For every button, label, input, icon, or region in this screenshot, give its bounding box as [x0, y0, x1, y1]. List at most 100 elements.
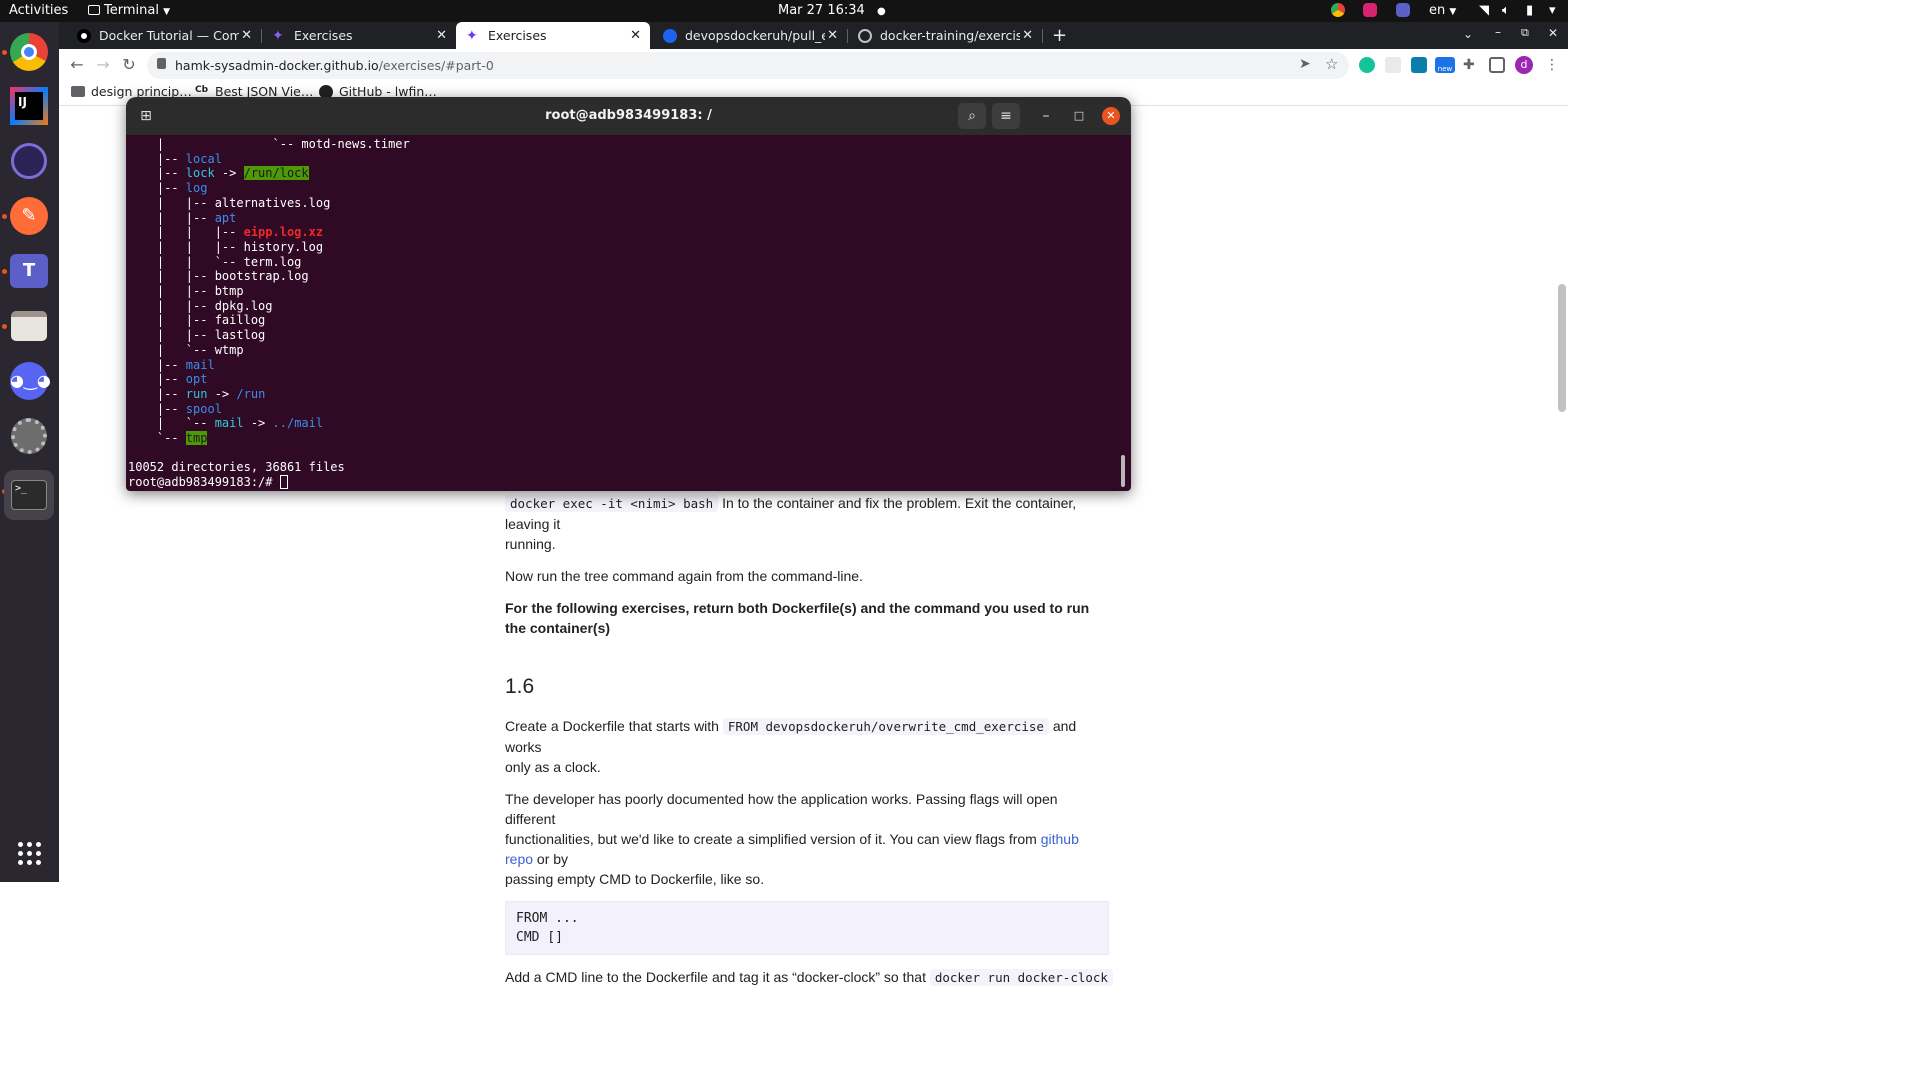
grammarly-extension-icon[interactable] [1359, 57, 1375, 73]
app-grid-button[interactable] [8, 832, 50, 874]
new-extension-icon[interactable]: new [1435, 57, 1455, 73]
close-icon[interactable]: ✕ [436, 28, 447, 43]
close-window-icon[interactable]: ✕ [1548, 26, 1558, 40]
terminal-text: spool [185, 401, 222, 416]
terminal-scrollbar[interactable] [1121, 455, 1125, 487]
tab-docker-hub[interactable]: devopsdockeruh/pull_exe ✕ [653, 22, 847, 49]
text: The developer has poorly documented how … [505, 791, 1058, 827]
terminal-text: | |-- alternatives.log [128, 195, 331, 210]
terminal-text: | | |-- history.log [128, 239, 324, 254]
language-indicator[interactable]: en ▼ [1429, 3, 1456, 18]
close-icon[interactable]: ✕ [1102, 107, 1120, 125]
tab-docker-tutorial[interactable]: Docker Tutorial — Compl ✕ [67, 22, 261, 49]
terminal-titlebar[interactable]: ⊞ root@adb983499183: / ⌕ ≡ – □ ✕ [126, 97, 1131, 135]
terminal-text: /run/lock [243, 166, 309, 181]
forward-icon[interactable]: → [93, 55, 113, 75]
system-menu-chevron-icon[interactable]: ▾ [1549, 3, 1556, 18]
teams-launcher[interactable]: T [8, 250, 50, 292]
reload-icon[interactable]: ↻ [119, 55, 139, 75]
address-bar[interactable]: hamk-sysadmin-docker.github.io/exercises… [147, 52, 1349, 79]
restore-icon[interactable]: ⧉ [1521, 26, 1529, 40]
postman-launcher[interactable]: ✎ [8, 195, 50, 237]
terminal-line: | `-- mail -> ../mail [128, 416, 323, 431]
tab-github[interactable]: docker-training/exercises ✕ [848, 22, 1042, 49]
terminal-text: /run [236, 386, 266, 401]
extension-icon[interactable] [1411, 57, 1427, 73]
send-icon[interactable]: ➤ [1299, 56, 1311, 72]
terminal-launcher[interactable]: >_ [4, 470, 54, 520]
chrome-launcher[interactable] [8, 31, 50, 73]
new-tab-button[interactable]: + [1052, 25, 1067, 46]
top-bar: Activities Terminal ▼ Mar 27 16:34 ● en … [0, 0, 1568, 22]
clock[interactable]: Mar 27 16:34 ● [778, 3, 886, 18]
terminal-window[interactable]: ⊞ root@adb983499183: / ⌕ ≡ – □ ✕ | `-- m… [126, 97, 1131, 491]
minimize-icon[interactable]: – [1495, 25, 1501, 39]
paragraph-cmd: Add a CMD line to the Dockerfile and tag… [505, 967, 1113, 988]
back-icon[interactable]: ← [67, 55, 87, 75]
url-text[interactable]: hamk-sysadmin-docker.github.io/exercises… [175, 58, 494, 73]
terminal-text: ../mail [272, 416, 324, 431]
page-scrollbar[interactable] [1558, 284, 1566, 412]
activities-button[interactable]: Activities [9, 3, 68, 18]
profile-avatar[interactable]: d [1515, 56, 1533, 74]
terminal-line: `-- tmp [128, 431, 208, 446]
prompt-line[interactable]: root@adb983499183:/# [128, 475, 288, 490]
terminal-text: `-- [128, 431, 186, 445]
chrome-tray-icon[interactable] [1331, 3, 1345, 17]
eclipse-icon [11, 143, 47, 179]
inline-code: FROM devopsdockeruh/overwrite_cmd_exerci… [722, 718, 1049, 735]
battery-icon[interactable]: ▮ [1526, 3, 1533, 18]
paragraph-dockerfile: Create a Dockerfile that starts with FRO… [505, 716, 1109, 777]
settings-launcher[interactable] [8, 415, 50, 457]
notification-dot-icon: ● [876, 6, 886, 17]
hamburger-menu-icon[interactable]: ≡ [992, 103, 1020, 129]
tab-title: Docker Tutorial — Compl [99, 28, 239, 43]
search-icon[interactable]: ⌕ [958, 103, 986, 129]
tab-exercises-active[interactable]: ✦ Exercises ✕ [456, 22, 650, 49]
teams-tray-icon[interactable] [1396, 3, 1410, 17]
tab-exercises[interactable]: ✦ Exercises ✕ [262, 22, 456, 49]
terminal-text: | |-- dpkg.log [128, 298, 273, 313]
files-launcher[interactable] [8, 305, 50, 347]
maximize-icon[interactable]: □ [1065, 103, 1093, 129]
wifi-icon[interactable]: ◥ [1479, 3, 1489, 18]
intellij-icon: IJ [10, 87, 48, 125]
docker-hub-tab-icon [663, 28, 677, 43]
terminal-text: | `-- wtmp [128, 342, 244, 357]
app-menu[interactable]: Terminal ▼ [88, 3, 170, 18]
eclipse-launcher[interactable] [8, 140, 50, 182]
discord-launcher[interactable]: ◕‿◕ [8, 360, 51, 402]
folder-icon [71, 86, 85, 97]
terminal-text: opt [185, 372, 208, 387]
dock: IJ ✎ T ◕‿◕ >_ [0, 22, 59, 882]
close-icon[interactable]: ✕ [1022, 28, 1033, 43]
minimize-icon[interactable]: – [1032, 103, 1060, 129]
close-icon[interactable]: ✕ [241, 28, 252, 43]
running-indicator [2, 50, 7, 55]
terminal-output[interactable]: | `-- motd-news.timer |-- local |-- lock… [126, 135, 1131, 491]
terminal-line: 10052 directories, 36861 files [128, 460, 345, 475]
kebab-menu-icon[interactable]: ⋮ [1545, 57, 1561, 73]
lock-icon [157, 58, 166, 69]
tab-title: devopsdockeruh/pull_exe [685, 28, 825, 43]
running-indicator [2, 269, 7, 274]
terminal-text: |-- [128, 151, 186, 166]
tab-search-icon[interactable]: ⌄ [1463, 27, 1473, 41]
terminal-text: | `-- [128, 416, 215, 431]
extension-icon[interactable] [1385, 57, 1401, 73]
bookmark-star-icon[interactable]: ☆ [1325, 55, 1338, 73]
volume-icon[interactable]: 🔈︎ [1502, 3, 1510, 18]
code-line: FROM ... [516, 911, 579, 926]
running-indicator [2, 214, 7, 219]
intellij-launcher[interactable]: IJ [8, 85, 50, 127]
terminal-line: | |-- btmp [128, 284, 244, 299]
close-icon[interactable]: ✕ [827, 28, 838, 43]
tray-app-icon[interactable] [1363, 3, 1377, 17]
extensions-puzzle-icon[interactable]: ✚ [1463, 57, 1479, 73]
terminal-text: run [185, 386, 208, 401]
side-panel-icon[interactable] [1489, 57, 1505, 73]
profile-letter: d [1520, 58, 1528, 71]
close-icon[interactable]: ✕ [630, 28, 641, 43]
text: passing empty CMD to Dockerfile, like so… [505, 871, 765, 887]
terminal-line: | | |-- history.log [128, 240, 323, 255]
